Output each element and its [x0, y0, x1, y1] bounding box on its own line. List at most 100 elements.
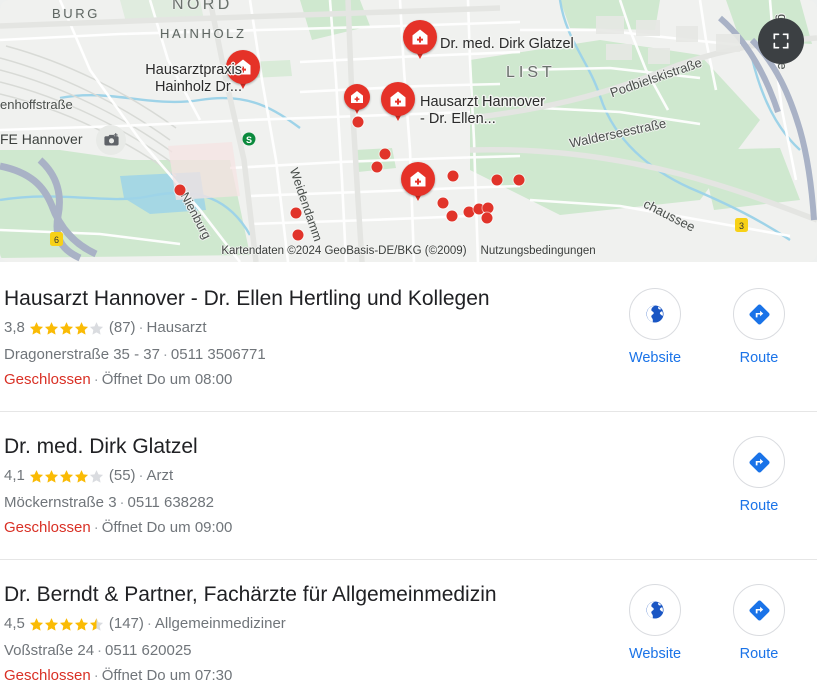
map-dot[interactable] [437, 197, 449, 209]
street-view-button[interactable] [96, 125, 126, 155]
route-button-label: Route [739, 350, 779, 366]
map-attribution: Kartendaten ©2024 GeoBasis-DE/BKG (©2009… [0, 245, 817, 257]
result-actions: Website Route [603, 582, 817, 663]
map-dot[interactable] [491, 174, 503, 186]
route-button[interactable]: Route [707, 584, 811, 663]
address-phone-line: Voßstraße 24 · 0511 620025 [4, 640, 603, 662]
map-dot[interactable] [481, 212, 493, 224]
open-status: Geschlossen [4, 667, 91, 682]
map-dot[interactable] [446, 210, 458, 222]
attribution-text: Kartendaten ©2024 GeoBasis-DE/BKG (©2009… [221, 245, 467, 257]
map-dot[interactable] [371, 161, 383, 173]
map-pin-hausarzt-hannover[interactable] [381, 82, 415, 124]
star-icon-empty [89, 321, 103, 335]
rating-row: 4,1 (55) · Arzt [4, 466, 603, 486]
star-icon-full [59, 617, 73, 631]
business-category: Allgemeinmediziner [154, 615, 286, 632]
directions-icon [748, 303, 770, 325]
route-button[interactable]: Route [707, 436, 811, 515]
local-result-item[interactable]: Hausarzt Hannover - Dr. Ellen Hertling u… [0, 262, 817, 411]
review-count: (147) [108, 615, 144, 632]
rating-value: 4,1 [4, 467, 25, 484]
star-rating [29, 469, 104, 484]
local-results-list: Hausarzt Hannover - Dr. Ellen Hertling u… [0, 262, 817, 682]
address: Dragonerstraße 35 - 37 [4, 346, 160, 363]
address-phone-line: Dragonerstraße 35 - 37 · 0511 3506771 [4, 344, 603, 366]
rating-value: 3,8 [4, 319, 25, 336]
business-category: Hausarzt [146, 319, 207, 336]
map-pin-label-hausarzt-hannover: Hausarzt Hannover - Dr. Ellen... [420, 94, 545, 127]
map-dot[interactable] [352, 116, 364, 128]
website-button-label: Website [628, 646, 682, 662]
address: Voßstraße 24 [4, 642, 95, 659]
star-icon-full [59, 321, 73, 335]
map-dot[interactable] [290, 207, 302, 219]
website-button[interactable]: Website [603, 288, 707, 367]
business-name[interactable]: Dr. med. Dirk Glatzel [4, 434, 603, 460]
map-pin-unlabeled-b[interactable] [401, 162, 435, 204]
globe-icon [646, 305, 664, 323]
route-button-label: Route [739, 498, 779, 514]
expand-icon [773, 33, 789, 49]
map-canvas[interactable]: 6 3 S NORD HAINHOLZ BURG LIST enhoffstra… [0, 0, 817, 262]
website-button-label: Website [628, 350, 682, 366]
hospital-icon [351, 91, 363, 103]
website-button[interactable]: Website [603, 584, 707, 663]
svg-text:6: 6 [54, 235, 59, 245]
result-actions: Website Route [603, 286, 817, 367]
result-actions: Route [603, 434, 817, 515]
business-name[interactable]: Hausarzt Hannover - Dr. Ellen Hertling u… [4, 286, 603, 312]
open-status: Geschlossen [4, 519, 91, 536]
route-button-circle [733, 436, 785, 488]
map-dot[interactable] [174, 184, 186, 196]
map-dot[interactable] [379, 148, 391, 160]
street-label-fe-hannover: FE Hannover [0, 131, 83, 147]
hospital-icon [390, 91, 406, 107]
open-status: Geschlossen [4, 371, 91, 388]
address: Möckernstraße 3 [4, 494, 117, 511]
star-icon-full [29, 321, 43, 335]
separator-dot: · [93, 519, 99, 536]
map-panel[interactable]: 6 3 S NORD HAINHOLZ BURG LIST enhoffstra… [0, 0, 817, 262]
next-open-time: Öffnet Do um 07:30 [101, 667, 233, 682]
website-button-circle [629, 288, 681, 340]
phone[interactable]: 0511 3506771 [171, 346, 266, 363]
map-dot[interactable] [513, 174, 525, 186]
separator-dot: · [119, 494, 125, 511]
hours-line: Geschlossen · Öffnet Do um 08:00 [4, 369, 603, 391]
area-label-hainholz: HAINHOLZ [160, 26, 247, 41]
directions-icon [748, 451, 770, 473]
star-icon-half [89, 617, 103, 631]
local-result-item[interactable]: Dr. Berndt & Partner, Fachärzte für Allg… [0, 559, 817, 682]
map-pin-label-hausarztpraxis-hainholz: Hausarztpraxis Hainholz Dr... [145, 62, 242, 95]
rating-row: 4,5 (147) · Allgemeinmediziner [4, 614, 603, 634]
map-dot[interactable] [292, 229, 304, 241]
hospital-icon [412, 29, 428, 45]
map-pin-dr-glatzel[interactable] [403, 20, 437, 62]
hospital-icon [410, 171, 426, 187]
star-rating [29, 617, 104, 632]
separator-dot: · [93, 667, 99, 682]
expand-map-button[interactable] [758, 18, 804, 64]
next-open-time: Öffnet Do um 08:00 [101, 371, 233, 388]
business-name[interactable]: Dr. Berndt & Partner, Fachärzte für Allg… [4, 582, 603, 608]
separator-dot: · [93, 371, 99, 388]
svg-text:S: S [246, 135, 252, 145]
route-button[interactable]: Route [707, 288, 811, 367]
star-icon-full [59, 469, 73, 483]
map-dot[interactable] [447, 170, 459, 182]
globe-icon [646, 601, 664, 619]
terms-link[interactable]: Nutzungsbedingungen [481, 245, 596, 257]
star-icon-full [29, 617, 43, 631]
result-info: Dr. med. Dirk Glatzel 4,1 (55) · Arzt Mö… [0, 434, 603, 539]
phone[interactable]: 0511 620025 [105, 642, 191, 659]
local-result-item[interactable]: Dr. med. Dirk Glatzel 4,1 (55) · Arzt Mö… [0, 411, 817, 559]
phone[interactable]: 0511 638282 [128, 494, 214, 511]
map-pin-unlabeled-a[interactable] [344, 84, 370, 117]
area-label-list: LIST [506, 64, 556, 81]
star-icon-full [74, 617, 88, 631]
separator-dot: · [146, 615, 152, 632]
svg-text:3: 3 [739, 221, 744, 231]
result-info: Dr. Berndt & Partner, Fachärzte für Allg… [0, 582, 603, 682]
area-label-nord: NORD [172, 0, 233, 13]
